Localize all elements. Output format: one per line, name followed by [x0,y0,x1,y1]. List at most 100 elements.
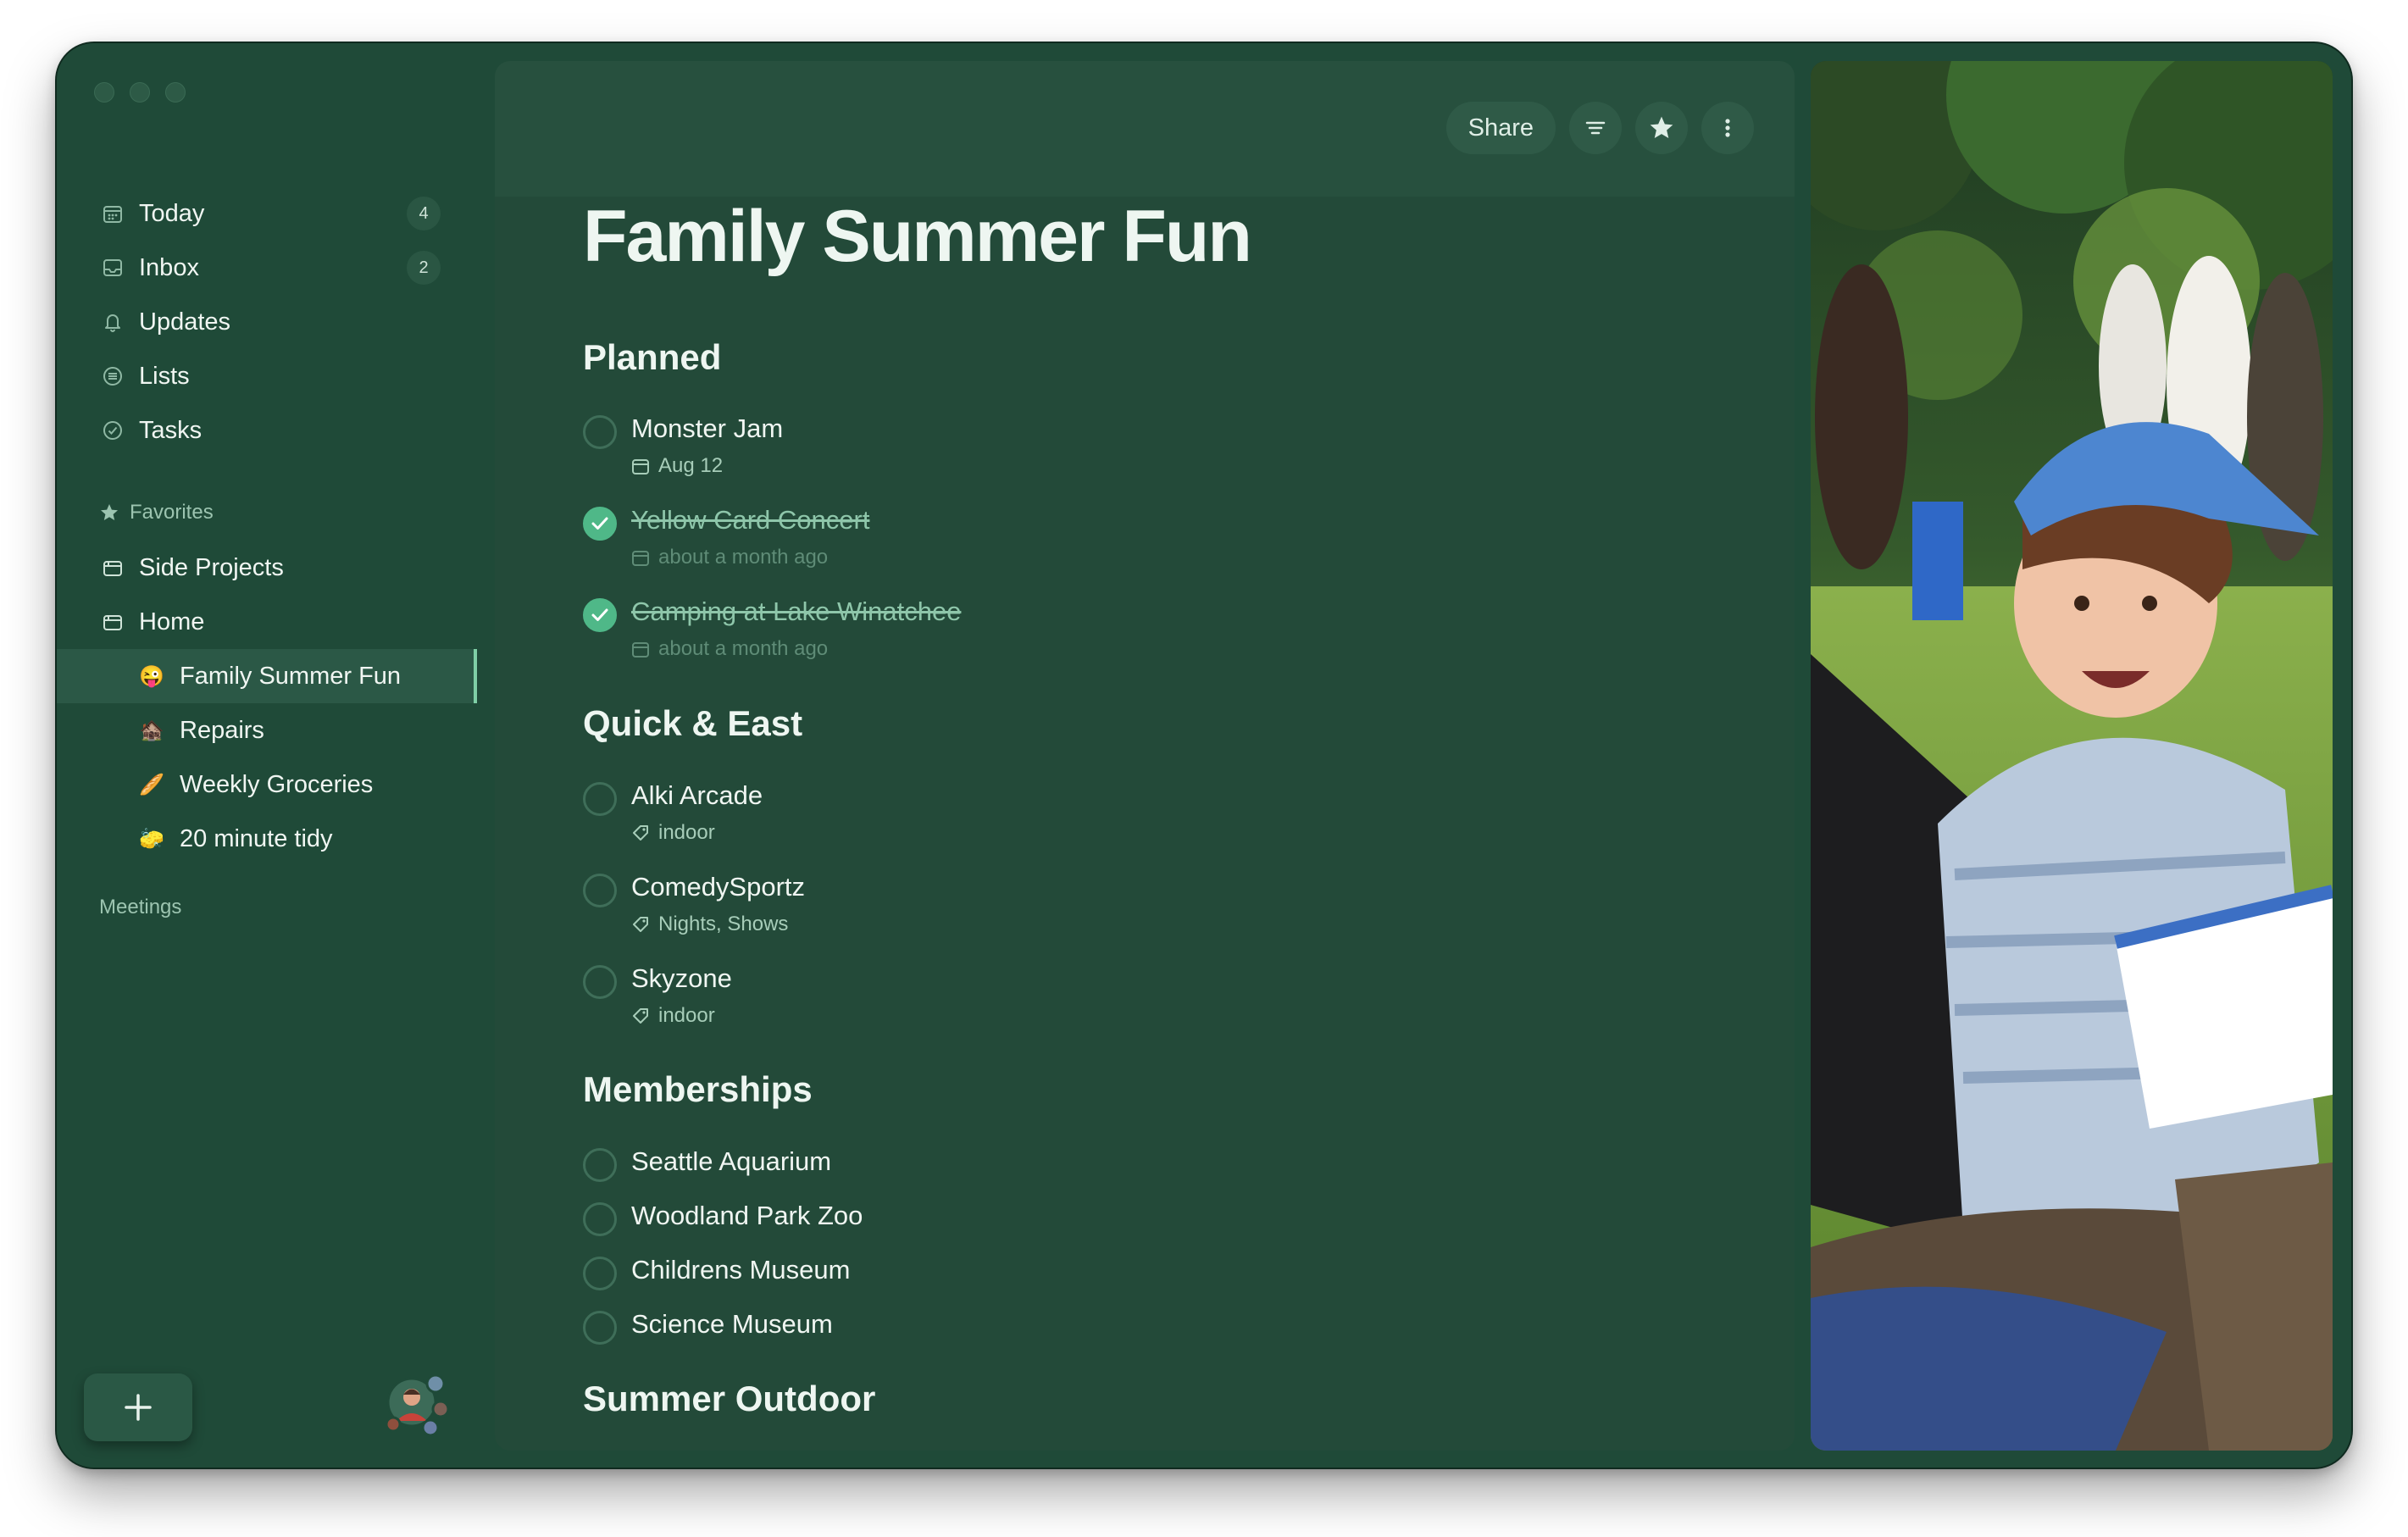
task-checkbox[interactable] [583,1202,617,1236]
task-name[interactable]: ComedySportz [631,872,805,902]
task-checkbox[interactable] [583,874,617,907]
task-checkbox[interactable] [583,1148,617,1182]
main-panel: Share Family Summer Fun Planned Monster … [495,61,1795,1451]
section-title-planned: Planned [583,337,722,377]
task-checkbox[interactable] [583,415,617,449]
window-controls [94,82,186,103]
task-checkbox[interactable] [583,782,617,816]
favorites-header: Favorites [99,501,214,524]
task-name[interactable]: Monster Jam [631,413,783,444]
task-name[interactable]: Childrens Museum [631,1255,850,1285]
task-name[interactable]: Skyzone [631,963,732,994]
task-meta: indoor [631,1004,715,1028]
house-icon: 🏚️ [139,719,164,742]
section-title-summer-outdoor: Summer Outdoor [583,1379,876,1418]
section-title-memberships: Memberships [583,1069,813,1109]
sidebar-item-updates[interactable]: Updates [57,295,477,349]
count-badge: 4 [407,197,441,230]
close-window-button[interactable] [94,82,114,103]
task-checkbox[interactable] [583,965,617,999]
tag-icon [633,1008,648,1024]
page-title: Family Summer Fun [583,196,1252,277]
tag-label: indoor [658,1004,715,1027]
sidebar-item-tasks[interactable]: Tasks [57,403,477,458]
section-title-quick-east: Quick & East [583,703,803,743]
task-name[interactable]: Woodland Park Zoo [631,1201,863,1231]
tag-label: indoor [658,821,715,844]
sidebar-item-label: Side Projects [139,553,284,581]
star-icon [101,504,118,520]
sidebar-item-today[interactable]: Today 4 [57,186,477,241]
filter-button[interactable] [1569,102,1622,154]
plus-icon [125,1394,152,1421]
tag-icon [633,917,648,932]
completed-date: about a month ago [658,637,829,660]
sidebar-item-side-projects[interactable]: Side Projects [57,541,477,595]
sidebar-item-label: Repairs [180,716,264,744]
tag-label: Nights, Shows [658,913,789,935]
count-badge: 2 [407,251,441,285]
due-date: Aug 12 [658,454,724,477]
folder-icon [101,556,125,580]
completed-date: about a month ago [658,546,829,569]
task-checkbox[interactable] [583,1257,617,1290]
task-name[interactable]: Science Museum [631,1309,833,1340]
avatar[interactable] [385,1373,450,1437]
sidebar-item-label: Updates [139,308,231,336]
checkmark-icon [591,517,608,530]
favorites-label: Favorites [130,501,214,524]
sidebar-item-repairs[interactable]: 🏚️ Repairs [57,703,477,757]
sidebar-item-meetings[interactable]: Meetings [99,896,181,919]
sidebar-item-label: Inbox [139,253,199,281]
toolbar: Share [1445,102,1754,154]
check-circle-icon [101,419,125,442]
task-name[interactable]: Camping at Lake Winatchee [631,596,961,627]
calendar-icon [632,642,649,658]
minimize-window-button[interactable] [130,82,150,103]
favorite-button[interactable] [1635,102,1688,154]
share-button[interactable]: Share [1445,102,1556,154]
sidebar-item-lists[interactable]: Lists [57,349,477,403]
inbox-icon [101,256,125,280]
sidebar-item-family-summer-fun[interactable]: 😜 Family Summer Fun [57,649,477,703]
sponge-icon: 🧽 [139,827,164,851]
filter-icon [1585,121,1606,135]
zoom-window-button[interactable] [165,82,186,103]
task-name[interactable]: Alki Arcade [631,780,763,811]
sidebar-item-inbox[interactable]: Inbox 2 [57,241,477,295]
star-icon [1650,116,1673,138]
more-vertical-icon [1725,119,1730,137]
task-meta: about a month ago [631,546,828,569]
sidebar-item-20-minute-tidy[interactable]: 🧽 20 minute tidy [57,812,477,866]
list-icon [101,364,125,388]
sidebar-item-label: Family Summer Fun [180,662,402,690]
meetings-label: Meetings [99,896,182,918]
sidebar-item-label: 20 minute tidy [180,824,333,852]
more-options-button[interactable] [1701,102,1754,154]
task-meta: Aug 12 [631,454,723,478]
bell-icon [101,310,125,334]
sidebar-item-label: Today [139,199,205,227]
sidebar-item-label: Home [139,608,205,635]
sidebar-item-weekly-groceries[interactable]: 🥖 Weekly Groceries [57,757,477,812]
task-name[interactable]: Yellow Card Concert [631,505,869,535]
task-checkbox-checked[interactable] [583,598,617,632]
winking-face-icon: 😜 [139,664,164,688]
sidebar-item-label: Tasks [139,416,203,444]
calendar-icon [632,459,649,474]
task-checkbox[interactable] [583,1311,617,1345]
task-meta: about a month ago [631,637,828,661]
sidebar-item-home[interactable]: Home [57,595,477,649]
task-meta: Nights, Shows [631,913,788,936]
cover-photo [1811,61,2333,1451]
app-window: Today 4 Inbox 2 Updates Lists Tasks Favo… [57,43,2351,1468]
task-name[interactable]: Seattle Aquarium [631,1146,831,1177]
add-button[interactable] [84,1373,192,1441]
checkmark-icon [591,608,608,621]
task-checkbox-checked[interactable] [583,507,617,541]
bread-icon: 🥖 [139,773,164,796]
folder-icon [101,610,125,634]
sidebar-item-label: Lists [139,362,190,390]
sidebar-item-label: Weekly Groceries [180,770,374,798]
calendar-icon [101,202,125,225]
